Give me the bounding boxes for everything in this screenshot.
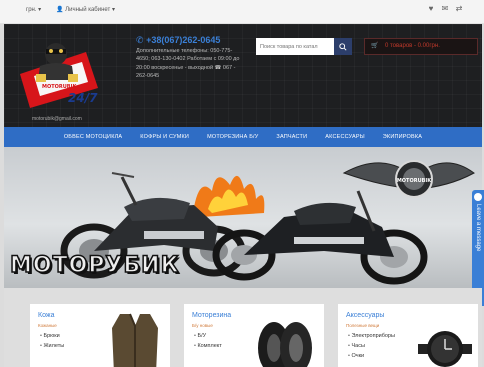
cart-button[interactable]: 🛒 0 товаров - 0.00грн. — [364, 38, 478, 55]
search-bar — [256, 38, 352, 55]
heart-icon[interactable]: ♥ — [426, 4, 436, 14]
contacts-text: Дополнительные телефоны: 050-775-4650; 0… — [136, 47, 240, 80]
list-item[interactable]: Комплект — [194, 341, 221, 351]
watch-image — [418, 331, 472, 367]
mail-icon[interactable]: ✉ — [440, 4, 450, 14]
svg-text:MOTORUBIK: MOTORUBIK — [397, 178, 432, 184]
chat-icon — [474, 193, 482, 201]
list-item[interactable]: Электроприборы — [348, 331, 394, 341]
phone-icon: ✆ — [136, 35, 144, 45]
list-item[interactable]: Б/У — [194, 331, 222, 341]
contacts-block: ✆ +38(067)262-0645 Дополнительные телефо… — [136, 36, 246, 81]
leather-vest-image — [112, 313, 158, 367]
list-item[interactable]: Часы — [348, 341, 395, 351]
nav-item-obves[interactable]: ОБВЕС МОТОЦИКЛА — [55, 134, 131, 140]
main-nav: ОБВЕС МОТОЦИКЛА КОФРЫ И СУМКИ МОТОРЕЗИНА… — [4, 127, 482, 147]
page: грн. ▾ 👤 Личный кабинет ▾ ♥ ✉ ⇄ MOTORUBI… — [0, 0, 484, 367]
card-title[interactable]: Кожа — [38, 312, 54, 319]
search-icon — [339, 42, 347, 51]
search-button[interactable] — [334, 38, 352, 55]
hero-title: МОТОРУБИК — [9, 252, 180, 279]
card-subtitle: Б/у новые — [192, 323, 213, 328]
nav-item-motorezina[interactable]: МОТОРЕЗИНА Б/У — [198, 134, 267, 140]
category-card-accessories[interactable]: Аксессуары Полезные вещи Электроприборы … — [338, 304, 478, 367]
svg-text:MOTORUBIK: MOTORUBIK — [42, 84, 77, 90]
card-title[interactable]: Аксессуары — [346, 312, 384, 319]
category-card-tires[interactable]: Моторезина Б/у новые Б/У Комплект — [184, 304, 324, 367]
nav-item-kofry[interactable]: КОФРЫ И СУМКИ — [131, 134, 198, 140]
card-subtitle: Кожаные — [38, 323, 57, 328]
user-icon: 👤 — [56, 7, 64, 13]
top-bar: грн. ▾ 👤 Личный кабинет ▾ ♥ ✉ ⇄ — [0, 0, 484, 24]
hero-banner[interactable]: MOTORUBIK МОТОРУБИК — [4, 147, 482, 288]
list-item[interactable]: Брюки — [40, 331, 64, 341]
compare-icon[interactable]: ⇄ — [454, 4, 464, 14]
card-list: Б/У Комплект — [194, 331, 222, 351]
contact-email[interactable]: motorubik@gmail.com — [32, 116, 82, 122]
card-subtitle: Полезные вещи — [346, 323, 380, 328]
search-input[interactable] — [256, 38, 334, 55]
currency-selector[interactable]: грн. ▾ — [26, 6, 41, 13]
cart-icon: 🛒 — [371, 43, 379, 49]
category-cards: Кожа Кожаные Брюки Жилеты Моторезина Б/у… — [4, 288, 482, 367]
nav-item-zapchasti[interactable]: ЗАПЧАСТИ — [267, 134, 316, 140]
main-phone[interactable]: ✆ +38(067)262-0645 — [136, 36, 246, 45]
card-list: Брюки Жилеты — [40, 331, 64, 351]
svg-text:24/7: 24/7 — [68, 91, 98, 105]
category-card-leather[interactable]: Кожа Кожаные Брюки Жилеты — [30, 304, 170, 367]
nav-item-ekipirovka[interactable]: ЭКИПИРОВКА — [374, 134, 431, 140]
nav-item-aksessuary[interactable]: АКСЕССУАРЫ — [316, 134, 374, 140]
list-item[interactable]: Очки — [348, 351, 395, 361]
account-link[interactable]: 👤 Личный кабинет ▾ — [56, 6, 115, 13]
card-list: Электроприборы Часы Очки — [348, 331, 395, 361]
tires-image — [258, 322, 312, 367]
site-logo[interactable]: MOTORUBIK 24/7 — [16, 34, 102, 114]
card-title[interactable]: Моторезина — [192, 312, 231, 319]
list-item[interactable]: Жилеты — [40, 341, 64, 351]
site-header: MOTORUBIK 24/7 motorubik@gmail.com ✆ +38… — [4, 24, 482, 127]
